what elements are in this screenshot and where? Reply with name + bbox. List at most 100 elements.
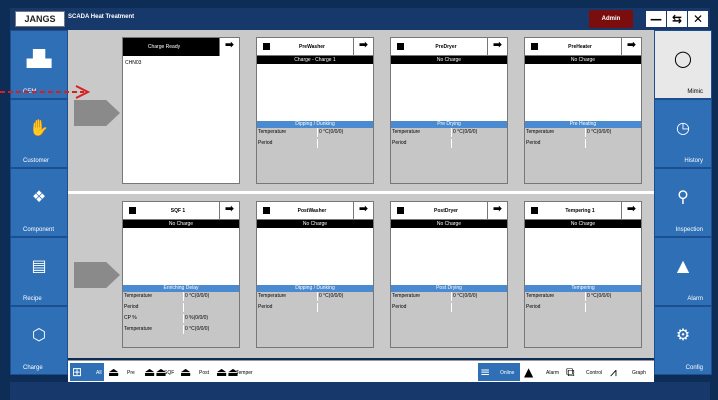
station-charge-status: No Charge <box>391 56 507 64</box>
station-charge-status: No Charge <box>525 56 641 64</box>
forward-arrow-icon[interactable]: ➡ <box>219 202 239 219</box>
filter-post-button[interactable]: ⏏ Post <box>180 363 214 381</box>
param-label: Temperature <box>392 293 421 299</box>
pre-icon: ⏏ <box>108 365 120 379</box>
stop-icon[interactable] <box>129 207 136 214</box>
param-label: Period <box>526 304 541 310</box>
graph-button[interactable]: ⩘ Graph <box>610 363 652 381</box>
station-header: SQF 1 ➡ <box>123 202 239 220</box>
forward-arrow-icon[interactable]: ➡ <box>487 202 507 219</box>
station-param-row: Temperature 0 °C(0/0/0) <box>257 128 373 139</box>
param-value: 0 °C(0/0/0) <box>453 129 478 135</box>
station-param-row: Period <box>123 303 239 314</box>
inspection-icon: ⚲ <box>677 187 689 206</box>
nav-label: Alarm <box>687 296 703 302</box>
row-divider <box>68 191 654 194</box>
forward-arrow-icon[interactable]: ➡ <box>219 38 239 56</box>
station-header: PreDryer ➡ <box>391 38 507 56</box>
station-name: Tempering 1 <box>565 208 595 214</box>
param-separator <box>183 314 184 323</box>
param-label: Temperature <box>392 129 421 135</box>
station-card[interactable]: PostWasher ➡ No Charge Dipping / Dunking… <box>256 201 374 348</box>
stop-icon[interactable] <box>263 43 270 50</box>
nav-charge-button[interactable]: ⬡ Charge <box>10 306 68 375</box>
alarm-footer-button[interactable]: ▲ Alarm <box>524 363 564 381</box>
forward-arrow-icon[interactable]: ➡ <box>621 202 641 219</box>
param-separator <box>451 139 452 148</box>
forward-arrow-icon[interactable]: ➡ <box>353 38 373 55</box>
nav-config-button[interactable]: ⚙ Config <box>654 306 712 375</box>
param-label: Temperature <box>526 293 555 299</box>
param-label: Period <box>258 304 273 310</box>
nav-label: History <box>684 158 703 164</box>
nav-history-button[interactable]: ◷ History <box>654 99 712 168</box>
station-card[interactable]: PreDryer ➡ No Charge Pre Drying Temperat… <box>390 37 508 184</box>
component-icon: ❖ <box>31 187 47 206</box>
station-name: PreWasher <box>299 44 325 50</box>
param-label: Period <box>392 304 407 310</box>
station-card[interactable]: PreWasher ➡ Charge - Charge 1 Dipping / … <box>256 37 374 184</box>
online-button[interactable]: ≡ Online <box>478 363 520 381</box>
station-card[interactable]: PreHeater ➡ No Charge Pre Heating Temper… <box>524 37 642 184</box>
station-name: PostWasher <box>297 208 327 214</box>
nav-inspection-button[interactable]: ⚲ Inspection <box>654 168 712 237</box>
stop-icon[interactable] <box>531 43 538 50</box>
control-icon: ⧉ <box>566 365 575 379</box>
charge-list-item[interactable]: CHN03 <box>125 60 141 66</box>
station-param-row: Temperature 0 °C(0/0/0) <box>123 292 239 303</box>
circle-icon: ◯ <box>674 49 692 68</box>
station-info: Temperature 0 °C(0/0/0) Period <box>391 292 507 347</box>
filter-label: SQF <box>164 370 175 376</box>
station-card[interactable]: Tempering 1 ➡ No Charge Tempering Temper… <box>524 201 642 348</box>
restore-icon[interactable]: ⇆ <box>667 11 687 27</box>
minimize-icon[interactable]: — <box>646 11 666 27</box>
station-param-row: Temperature 0 °C(0/0/0) <box>257 292 373 303</box>
station-card[interactable]: SQF 1 ➡ No Charge Enriching Delay Temper… <box>122 201 240 348</box>
stop-icon[interactable] <box>397 207 404 214</box>
station-param-row: Temperature 0 °C(0/0/0) <box>123 325 239 336</box>
stop-icon[interactable] <box>263 207 270 214</box>
footer-label: Graph <box>632 370 646 376</box>
param-separator <box>451 128 452 137</box>
param-separator <box>317 139 318 148</box>
post-icon: ⏏ <box>180 365 192 379</box>
nav-label: Recipe <box>23 296 42 302</box>
station-param-row: Period <box>525 303 641 314</box>
customer-icon: ✋ <box>29 118 49 137</box>
station-phase: Enriching Delay <box>123 285 239 292</box>
param-label: Temperature <box>526 129 555 135</box>
forward-arrow-icon[interactable]: ➡ <box>487 38 507 55</box>
cube-icon: ⬡ <box>32 325 46 344</box>
nav-label: Customer <box>23 158 50 164</box>
gear-icon: ⚙ <box>675 325 691 344</box>
forward-arrow-icon[interactable]: ➡ <box>621 38 641 55</box>
station-param-row: Period <box>391 303 507 314</box>
bottom-bar <box>10 382 710 400</box>
nav-recipe-button[interactable]: ▤ Recipe <box>10 237 68 306</box>
station-param-row: Temperature 0 °C(0/0/0) <box>391 128 507 139</box>
nav-label: Charge <box>23 365 43 371</box>
station-header: PostWasher ➡ <box>257 202 373 220</box>
stop-icon[interactable] <box>531 207 538 214</box>
close-icon[interactable]: ✕ <box>688 11 708 27</box>
nav-mimic-button[interactable]: ◯ Mimic <box>654 30 712 99</box>
control-button[interactable]: ⧉ Control <box>566 363 608 381</box>
nav-customer-button[interactable]: ✋ Customer <box>10 99 68 168</box>
nav-component-button[interactable]: ❖ Component <box>10 168 68 237</box>
stop-icon[interactable] <box>397 43 404 50</box>
param-separator <box>451 303 452 312</box>
station-charge-status: No Charge <box>257 220 373 228</box>
charge-ready-card[interactable]: Charge Ready ➡ CHN03 <box>122 37 240 184</box>
nav-alarm-button[interactable]: ▲ Alarm <box>654 237 712 306</box>
filter-sqf-button[interactable]: ⏏⏏ SQF <box>144 363 178 381</box>
filter-label: Pre <box>127 370 135 376</box>
station-card[interactable]: PostDryer ➡ No Charge Post Drying Temper… <box>390 201 508 348</box>
filter-all-button[interactable]: ⊞ All <box>70 363 104 381</box>
title-bar: JANGS SCADA Heat Treatment Admin — ⇆ ✕ <box>10 8 710 30</box>
filter-pre-button[interactable]: ⏏ Pre <box>108 363 142 381</box>
filter-temper-button[interactable]: ⏏⏏ Temper <box>216 363 260 381</box>
forward-arrow-icon[interactable]: ➡ <box>353 202 373 219</box>
station-info: Temperature 0 °C(0/0/0) Period CP % 0 %(… <box>123 292 239 347</box>
admin-user-button[interactable]: Admin <box>589 10 633 28</box>
param-label: Temperature <box>124 293 153 299</box>
